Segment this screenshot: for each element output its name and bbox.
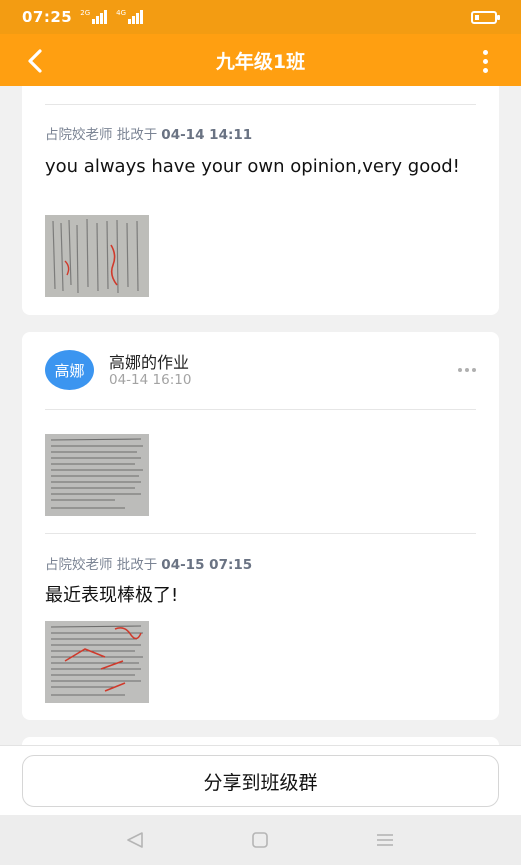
more-options-button[interactable] (477, 46, 493, 76)
image-icon (45, 215, 149, 297)
reviewer-name: 占院姣老师 批改于 (45, 127, 158, 143)
divider (45, 533, 476, 534)
status-bar: 07:25 2G 4G (0, 0, 521, 34)
divider (45, 104, 476, 105)
homework-image-thumbnail[interactable] (45, 215, 149, 297)
review-time: 04-14 14:11 (161, 127, 253, 143)
status-time: 07:25 (22, 8, 73, 26)
homework-card: 占院姣老师 批改于 04-14 14:11 you always have you… (22, 86, 499, 315)
card-more-button[interactable] (458, 368, 476, 372)
nav-bar: 九年级1班 (0, 34, 521, 86)
review-comment: you always have your own opinion,very go… (45, 156, 460, 177)
review-comment: 最近表现棒极了! (45, 585, 179, 606)
image-icon (45, 621, 149, 703)
review-info: 占院姣老师 批改于 04-15 07:15 (45, 553, 252, 573)
homework-image-thumbnail[interactable] (45, 434, 149, 516)
signal-icon-2: 4G (116, 10, 144, 24)
homework-title: 高娜的作业 (109, 353, 190, 372)
battery-icon (471, 11, 500, 24)
reviewer-name: 占院姣老师 批改于 (45, 557, 158, 573)
homework-card (22, 737, 499, 745)
reviewed-image-thumbnail[interactable] (45, 621, 149, 703)
image-icon (45, 434, 149, 516)
menu-lines-icon[interactable] (374, 830, 396, 850)
divider (45, 409, 476, 410)
chevron-left-icon (28, 49, 42, 73)
signal-icon: 2G (80, 10, 108, 24)
back-triangle-icon[interactable] (124, 830, 146, 850)
review-time: 04-15 07:15 (161, 557, 253, 573)
homework-card: 高娜 高娜的作业 04-14 16:10 占院姣老师 批改于 04-15 07:… (22, 332, 499, 720)
review-info: 占院姣老师 批改于 04-14 14:11 (45, 123, 252, 143)
back-button[interactable] (20, 46, 50, 76)
page-title: 九年级1班 (215, 50, 306, 73)
bottom-bar: 分享到班级群 (0, 745, 521, 815)
avatar[interactable]: 高娜 (45, 350, 94, 390)
feed[interactable]: 占院姣老师 批改于 04-14 14:11 you always have you… (0, 86, 521, 745)
system-nav-bar (0, 815, 521, 865)
homework-time: 04-14 16:10 (109, 372, 192, 388)
share-to-class-group-button[interactable]: 分享到班级群 (22, 755, 499, 807)
home-square-icon[interactable] (250, 830, 270, 850)
